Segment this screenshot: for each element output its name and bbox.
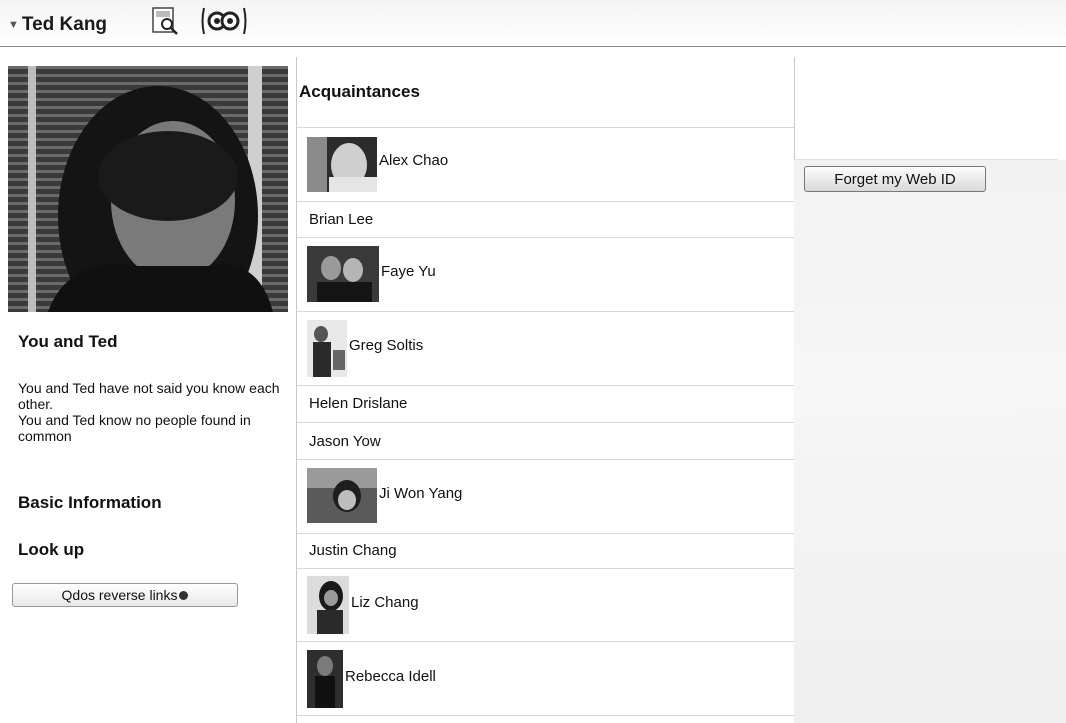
acquaintance-name[interactable]: Greg Soltis: [349, 337, 423, 354]
forget-web-id-button[interactable]: Forget my Web ID: [804, 166, 986, 192]
qdos-reverse-links-button[interactable]: Qdos reverse links: [12, 583, 238, 607]
avatar: [307, 320, 347, 377]
acquaintance-row[interactable]: Faye Yu: [297, 238, 794, 312]
acquaintance-row[interactable]: Ji Won Yang: [297, 460, 794, 534]
acquaintance-name[interactable]: Brian Lee: [309, 211, 373, 228]
profile-name: Ted Kang: [21, 14, 108, 35]
right-panel: [794, 160, 1066, 723]
acquaintance-row[interactable]: Brian Lee: [297, 202, 794, 238]
acquaintances-heading: Acquaintances: [299, 82, 420, 101]
right-panel-top: [794, 57, 1058, 160]
acquaintance-row[interactable]: Rebecca Idell: [297, 642, 794, 716]
profile-photo: [8, 66, 288, 312]
acquaintance-row[interactable]: Justin Chang: [297, 534, 794, 569]
acquaintance-name[interactable]: Rebecca Idell: [345, 668, 436, 685]
you-and-ted-heading: You and Ted: [18, 332, 118, 351]
collapse-triangle-icon[interactable]: ▼: [8, 19, 19, 31]
you-and-ted-text: You and Ted have not said you know each …: [18, 380, 288, 444]
profile-header: ▼ Ted Kang: [0, 0, 1066, 47]
avatar: [307, 246, 379, 302]
acquaintances-header: Acquaintances: [297, 57, 794, 128]
acquaintance-row[interactable]: Alex Chao: [297, 128, 794, 202]
look-up-heading: Look up: [18, 540, 85, 559]
avatar: [307, 650, 343, 708]
acquaintance-row[interactable]: Liz Chang: [297, 569, 794, 642]
profile-title[interactable]: ▼ Ted Kang: [8, 14, 107, 36]
profile-icon[interactable]: [150, 6, 180, 36]
acquaintances-panel: Acquaintances Alex Chao Brian Lee Faye Y…: [296, 57, 795, 723]
acquaintance-name[interactable]: Justin Chang: [309, 542, 397, 559]
acquaintance-name[interactable]: Alex Chao: [379, 152, 448, 169]
acquaintance-name[interactable]: Helen Drislane: [309, 395, 407, 412]
acquaintance-row[interactable]: Jason Yow: [297, 423, 794, 460]
qdos-button-label: Qdos reverse links: [61, 587, 178, 603]
acquaintance-row[interactable]: Greg Soltis: [297, 312, 794, 386]
acquaintance-name[interactable]: Ji Won Yang: [379, 485, 462, 502]
acquaintance-name[interactable]: Faye Yu: [381, 263, 436, 280]
basic-info-heading[interactable]: Basic Information: [18, 493, 162, 513]
acquaintance-name[interactable]: Jason Yow: [309, 433, 381, 450]
acquaintance-row[interactable]: Helen Drislane: [297, 386, 794, 423]
avatar: [307, 468, 377, 523]
dot-icon: [179, 590, 189, 600]
links-icon[interactable]: [200, 6, 248, 36]
you-and-ted-line1: You and Ted have not said you know each …: [18, 380, 280, 412]
you-and-ted-line2: You and Ted know no people found in comm…: [18, 412, 251, 444]
acquaintance-name[interactable]: Liz Chang: [351, 594, 419, 611]
avatar: [307, 576, 349, 634]
avatar: [307, 137, 377, 192]
